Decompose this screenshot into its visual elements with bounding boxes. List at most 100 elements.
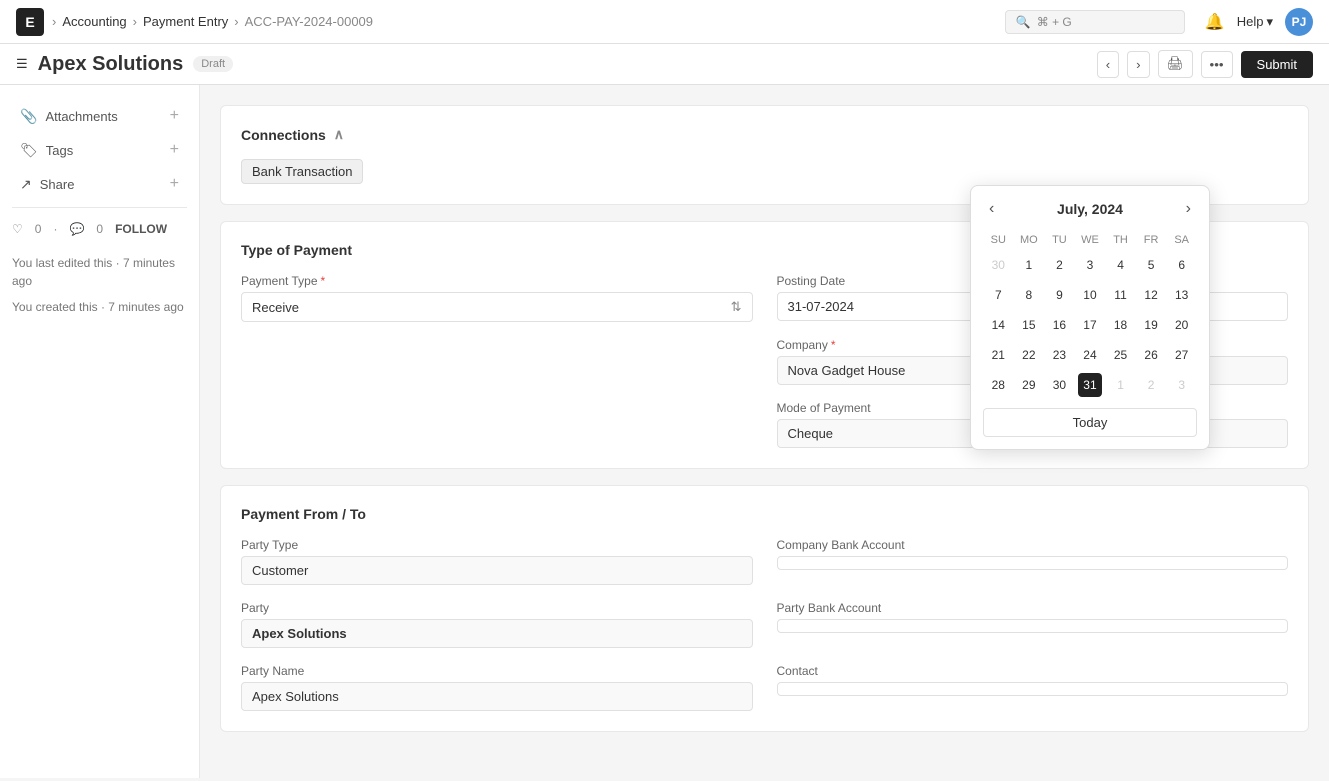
cal-date-cell[interactable]: 22 — [1014, 340, 1045, 370]
sidebar-item-attachments[interactable]: 📎 Attachments + — [12, 101, 187, 131]
cal-date-cell[interactable]: 3 — [1166, 370, 1197, 400]
tags-icon: 🏷 — [20, 142, 38, 159]
cal-day-sa: SA — [1166, 230, 1197, 250]
breadcrumb-arrow: › — [52, 14, 56, 29]
share-add-icon[interactable]: + — [170, 175, 179, 193]
company-required-star: * — [831, 338, 836, 352]
sidebar-bottom: You last edited this · 7 minutes ago You… — [12, 254, 187, 316]
main-content: Connections ∧ Bank Transaction Type of P… — [200, 85, 1329, 778]
follow-button[interactable]: FOLLOW — [115, 222, 167, 236]
cal-date-cell[interactable]: 2 — [1136, 370, 1167, 400]
cal-date-cell[interactable]: 26 — [1136, 340, 1167, 370]
logo: E — [16, 8, 44, 36]
cal-date-cell[interactable]: 4 — [1105, 250, 1136, 280]
contact-field: Contact — [777, 664, 1289, 711]
comments-count: 0 — [96, 222, 103, 236]
cal-date-cell[interactable]: 11 — [1105, 280, 1136, 310]
breadcrumb-accounting[interactable]: Accounting — [62, 14, 126, 29]
cal-date-cell[interactable]: 23 — [1044, 340, 1075, 370]
cal-date-cell[interactable]: 3 — [1075, 250, 1106, 280]
connections-chevron[interactable]: ∧ — [334, 126, 344, 143]
breadcrumb-sep2: › — [234, 14, 238, 29]
breadcrumb-payment-entry[interactable]: Payment Entry — [143, 14, 228, 29]
search-placeholder: ⌘ + G — [1037, 15, 1072, 29]
search-box[interactable]: 🔍 ⌘ + G — [1005, 10, 1185, 34]
cal-date-cell[interactable]: 21 — [983, 340, 1014, 370]
cal-date-cell[interactable]: 19 — [1136, 310, 1167, 340]
cal-date-cell[interactable]: 1 — [1105, 370, 1136, 400]
tags-label: Tags — [46, 143, 73, 158]
party-input[interactable]: Apex Solutions — [241, 619, 753, 648]
breadcrumb: › Accounting › Payment Entry › ACC-PAY-2… — [52, 14, 373, 29]
cal-date-cell[interactable]: 10 — [1075, 280, 1106, 310]
cal-date-cell[interactable]: 12 — [1136, 280, 1167, 310]
doc-toolbar: ☰ Apex Solutions Draft ‹ › 🖨 ••• Submit — [0, 44, 1329, 85]
cal-date-cell[interactable]: 5 — [1136, 250, 1167, 280]
user-avatar[interactable]: PJ — [1285, 8, 1313, 36]
calendar-header: ‹ July, 2024 › — [983, 198, 1197, 220]
topbar: E › Accounting › Payment Entry › ACC-PAY… — [0, 0, 1329, 44]
cal-date-cell[interactable]: 24 — [1075, 340, 1106, 370]
payment-type-field: Payment Type * Receive ⇅ — [241, 274, 753, 322]
company-bank-account-input[interactable] — [777, 556, 1289, 570]
party-field: Party Apex Solutions — [241, 601, 753, 648]
contact-input[interactable] — [777, 682, 1289, 696]
cal-date-cell[interactable]: 16 — [1044, 310, 1075, 340]
hamburger-icon[interactable]: ☰ — [16, 56, 28, 72]
next-button[interactable]: › — [1127, 51, 1149, 78]
cal-date-cell[interactable]: 9 — [1044, 280, 1075, 310]
bank-transaction-badge[interactable]: Bank Transaction — [241, 159, 363, 184]
cal-date-cell[interactable]: 31 — [1075, 370, 1106, 400]
cal-date-cell[interactable]: 6 — [1166, 250, 1197, 280]
today-button[interactable]: Today — [983, 408, 1197, 437]
share-icon: ↗ — [20, 176, 32, 193]
dot-sep: · — [53, 222, 57, 236]
cal-date-cell[interactable]: 15 — [1014, 310, 1045, 340]
cal-date-cell[interactable]: 30 — [1044, 370, 1075, 400]
cal-date-cell[interactable]: 13 — [1166, 280, 1197, 310]
submit-button[interactable]: Submit — [1241, 51, 1313, 78]
sidebar: 📎 Attachments + 🏷 Tags + ↗ Share + ♡ 0 ·… — [0, 85, 200, 778]
cal-date-cell[interactable]: 30 — [983, 250, 1014, 280]
cal-day-we: WE — [1075, 230, 1106, 250]
cal-prev-button[interactable]: ‹ — [983, 198, 1000, 220]
contact-label: Contact — [777, 664, 1289, 678]
party-bank-account-input[interactable] — [777, 619, 1289, 633]
prev-button[interactable]: ‹ — [1097, 51, 1119, 78]
cal-next-button[interactable]: › — [1180, 198, 1197, 220]
print-button[interactable]: 🖨 — [1158, 50, 1193, 78]
sidebar-item-share[interactable]: ↗ Share + — [12, 169, 187, 199]
attachments-icon: 📎 — [20, 108, 37, 125]
likes-icon: ♡ — [12, 222, 23, 236]
cal-date-cell[interactable]: 18 — [1105, 310, 1136, 340]
payment-from-to-title: Payment From / To — [241, 506, 366, 522]
sidebar-divider — [12, 207, 187, 208]
cal-date-cell[interactable]: 29 — [1014, 370, 1045, 400]
cal-date-cell[interactable]: 8 — [1014, 280, 1045, 310]
payment-type-select[interactable]: Receive ⇅ — [241, 292, 753, 322]
calendar-grid: SU MO TU WE TH FR SA 3012345678910111213… — [983, 230, 1197, 400]
notifications-icon[interactable]: 🔔 — [1205, 12, 1225, 32]
cal-date-cell[interactable]: 1 — [1014, 250, 1045, 280]
cal-date-cell[interactable]: 7 — [983, 280, 1014, 310]
party-name-field: Party Name Apex Solutions — [241, 664, 753, 711]
attachments-add-icon[interactable]: + — [170, 107, 179, 125]
select-arrow: ⇅ — [731, 299, 742, 315]
party-type-input[interactable]: Customer — [241, 556, 753, 585]
cal-date-cell[interactable]: 27 — [1166, 340, 1197, 370]
doc-title-row: ☰ Apex Solutions Draft — [16, 53, 233, 76]
tags-add-icon[interactable]: + — [170, 141, 179, 159]
more-options-button[interactable]: ••• — [1201, 51, 1233, 78]
cal-date-cell[interactable]: 17 — [1075, 310, 1106, 340]
status-badge: Draft — [193, 56, 233, 72]
cal-date-cell[interactable]: 28 — [983, 370, 1014, 400]
cal-date-cell[interactable]: 2 — [1044, 250, 1075, 280]
sidebar-item-tags[interactable]: 🏷 Tags + — [12, 135, 187, 165]
cal-date-cell[interactable]: 14 — [983, 310, 1014, 340]
comments-icon: 💬 — [69, 222, 84, 236]
cal-date-cell[interactable]: 20 — [1166, 310, 1197, 340]
help-button[interactable]: Help ▾ — [1237, 14, 1273, 30]
breadcrumb-sep1: › — [133, 14, 137, 29]
cal-date-cell[interactable]: 25 — [1105, 340, 1136, 370]
party-name-input[interactable]: Apex Solutions — [241, 682, 753, 711]
